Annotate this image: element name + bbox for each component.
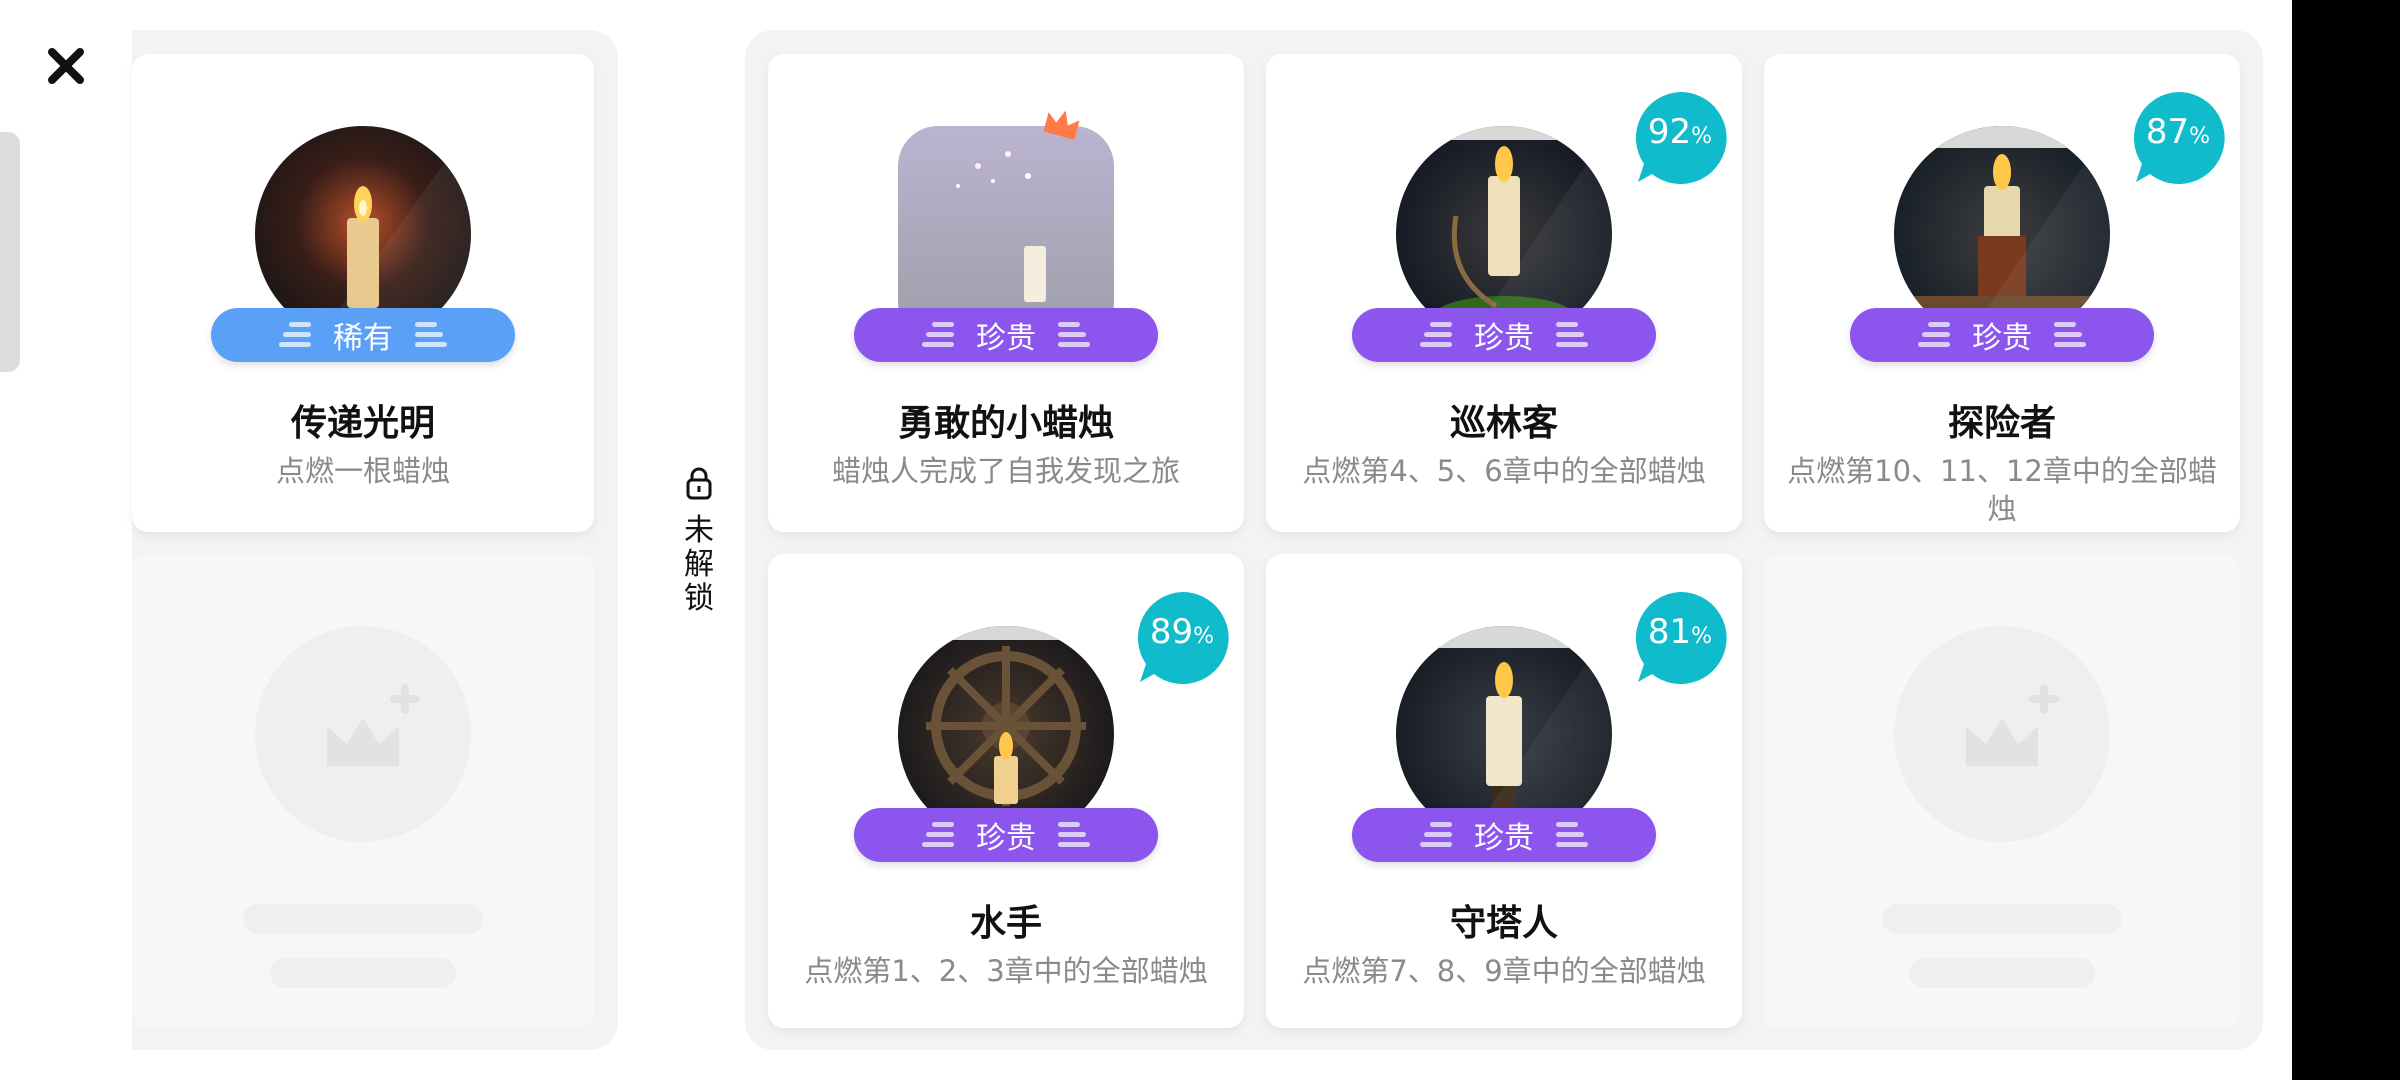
locked-label-char: 解 <box>684 547 714 582</box>
tier-lines-icon <box>415 322 447 347</box>
percent-unit: % <box>1193 624 1215 649</box>
rarity-badge: 稀有 <box>211 308 515 362</box>
empty-achievement-slot <box>1764 554 2240 1028</box>
unlocked-panel: 稀有 传递光明 点燃一根蜡烛 <box>132 30 618 1050</box>
completion-bubble: 89% <box>1134 590 1230 686</box>
placeholder-title <box>243 904 483 934</box>
rarity-badge: 珍贵 <box>1850 308 2154 362</box>
placeholder-title <box>1882 904 2122 934</box>
achievement-description: 点燃一根蜡烛 <box>275 454 450 488</box>
achievement-card-ranger[interactable]: 92% 珍贵 巡林客 点燃第4、5、6章中的全部蜡烛 <box>1266 54 1742 532</box>
rarity-label: 珍贵 <box>1972 321 2032 356</box>
achievement-card-tower-keeper[interactable]: 81% 珍贵 守塔人 点燃第7、8、9章中的全部蜡烛 <box>1266 554 1742 1028</box>
achievement-card-explorer[interactable]: 87% 珍贵 探险者 点燃第10、11、12章中的全部蜡烛 <box>1764 54 2240 532</box>
rarity-label: 稀有 <box>333 321 393 356</box>
achievement-title: 水手 <box>969 903 1042 944</box>
tier-lines-icon <box>1918 322 1950 347</box>
achievement-description: 点燃第1、2、3章中的全部蜡烛 <box>804 954 1208 988</box>
achievement-title: 勇敢的小蜡烛 <box>897 403 1114 444</box>
tier-lines-icon <box>922 822 954 847</box>
achievement-description: 点燃第10、11、12章中的全部蜡烛 <box>1787 454 2217 526</box>
placeholder-avatar <box>1894 626 2110 842</box>
tier-lines-icon <box>1420 322 1452 347</box>
tier-lines-icon <box>2054 322 2086 347</box>
tier-lines-icon <box>279 322 311 347</box>
screen-edge <box>2292 0 2400 1080</box>
locked-label-text: 未解锁 <box>674 514 724 616</box>
completion-bubble: 87% <box>2130 90 2226 186</box>
percent-unit: % <box>2189 124 2211 149</box>
close-button[interactable] <box>44 44 88 88</box>
completion-percent: 81 <box>1647 612 1692 652</box>
locked-panel: 珍贵 勇敢的小蜡烛 蜡烛人完成了自我发现之旅 92% 珍贵 巡林客 点燃第4、5… <box>745 30 2263 1050</box>
rarity-badge: 珍贵 <box>1352 808 1656 862</box>
achievement-description: 蜡烛人完成了自我发现之旅 <box>831 454 1180 488</box>
crown-placeholder-icon <box>327 684 420 766</box>
locked-section-label: 未解锁 <box>674 466 724 616</box>
achievement-title: 巡林客 <box>1449 403 1558 444</box>
rarity-label: 珍贵 <box>1474 321 1534 356</box>
lock-icon <box>686 467 712 500</box>
empty-achievement-slot <box>132 554 594 1028</box>
tier-lines-icon <box>1420 822 1452 847</box>
placeholder-desc <box>1909 958 2095 988</box>
achievement-card-pass-light[interactable]: 稀有 传递光明 点燃一根蜡烛 <box>132 54 594 532</box>
achievement-description: 点燃第4、5、6章中的全部蜡烛 <box>1302 454 1706 488</box>
rarity-badge: 珍贵 <box>854 308 1158 362</box>
rarity-badge: 珍贵 <box>854 808 1158 862</box>
achievement-card-sailor[interactable]: 89% 珍贵 水手 点燃第1、2、3章中的全部蜡烛 <box>768 554 1244 1028</box>
achievement-title: 守塔人 <box>1449 903 1558 944</box>
percent-unit: % <box>1691 124 1713 149</box>
crown-placeholder-icon <box>1966 684 2059 766</box>
placeholder-desc <box>270 958 456 988</box>
completion-percent: 89 <box>1149 612 1194 652</box>
rarity-badge: 珍贵 <box>1352 308 1656 362</box>
tier-lines-icon <box>1556 322 1588 347</box>
tier-lines-icon <box>1556 822 1588 847</box>
rarity-label: 珍贵 <box>976 821 1036 856</box>
placeholder-avatar <box>255 626 471 842</box>
locked-label-char: 未 <box>684 513 714 548</box>
completion-bubble: 92% <box>1632 90 1728 186</box>
locked-label-char: 锁 <box>684 581 714 616</box>
side-drawer-handle[interactable] <box>0 132 20 372</box>
rarity-label: 珍贵 <box>1474 821 1534 856</box>
close-icon <box>48 48 84 84</box>
tier-lines-icon <box>922 322 954 347</box>
percent-unit: % <box>1691 624 1713 649</box>
tier-lines-icon <box>1058 822 1090 847</box>
rarity-label: 珍贵 <box>976 321 1036 356</box>
crown-icon <box>1043 110 1080 140</box>
completion-bubble: 81% <box>1632 590 1728 686</box>
achievement-description: 点燃第7、8、9章中的全部蜡烛 <box>1302 954 1706 988</box>
tier-lines-icon <box>1058 322 1090 347</box>
completion-percent: 87 <box>2145 112 2190 152</box>
achievement-card-brave-candle[interactable]: 珍贵 勇敢的小蜡烛 蜡烛人完成了自我发现之旅 <box>768 54 1244 532</box>
achievement-title: 探险者 <box>1947 403 2056 444</box>
achievement-title: 传递光明 <box>290 403 435 444</box>
completion-percent: 92 <box>1647 112 1692 152</box>
